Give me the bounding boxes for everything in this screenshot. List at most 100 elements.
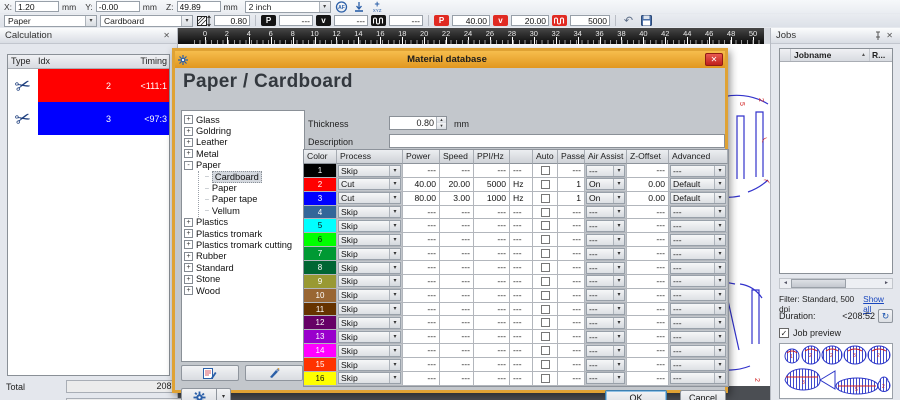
passes-cell[interactable]: --- (558, 233, 585, 248)
ppi-hz-cell[interactable]: --- (474, 205, 510, 220)
advanced-select[interactable]: --- ▾ (670, 275, 726, 288)
tree-item-goldring[interactable]: + Goldring (184, 125, 302, 136)
speed-cell[interactable]: --- (440, 344, 474, 359)
advanced-select[interactable]: --- ▾ (670, 289, 726, 302)
auto-checkbox[interactable] (540, 207, 550, 217)
auto-checkbox[interactable] (540, 346, 550, 356)
power-black-input[interactable] (279, 15, 313, 26)
tree-item-paper-tape[interactable]: – Paper tape (199, 194, 302, 205)
power-cell[interactable]: --- (403, 219, 440, 234)
air-assist-select[interactable]: --- ▾ (586, 220, 625, 233)
job-preview-checkbox[interactable]: ✓ (779, 328, 789, 338)
passes-cell[interactable]: --- (558, 274, 585, 289)
power-cell[interactable]: --- (403, 358, 440, 372)
process-select[interactable]: Skip ▾ (338, 303, 401, 316)
thickness-spinner[interactable]: 0.80 ▲ ▼ (389, 116, 447, 130)
tree-toggle-icon[interactable]: - (184, 160, 193, 170)
power-cell[interactable]: --- (403, 261, 440, 275)
advanced-select[interactable]: --- ▾ (670, 233, 726, 246)
z-offset-cell[interactable]: --- (627, 219, 669, 234)
z-offset-cell[interactable]: --- (627, 233, 669, 248)
power-cell[interactable]: --- (403, 205, 440, 220)
tree-item-plastics[interactable]: + Plastics (184, 217, 302, 228)
z-input[interactable] (176, 1, 221, 12)
power-cell[interactable]: --- (403, 371, 440, 386)
process-select[interactable]: Skip ▾ (338, 247, 401, 260)
tree-item-stone[interactable]: + Stone (184, 273, 302, 284)
z-offset-cell[interactable]: --- (627, 371, 669, 386)
material-group-select[interactable]: Paper ▾ (4, 14, 97, 27)
tree-item-wood[interactable]: + Wood (184, 285, 302, 296)
z-offset-cell[interactable]: --- (627, 164, 669, 178)
ppi-hz-cell[interactable]: --- (474, 302, 510, 317)
passes-cell[interactable]: --- (558, 288, 585, 303)
calculation-job-row[interactable]: ✂ 3 <97:3 (8, 102, 169, 135)
ppi-hz-cell[interactable]: --- (474, 233, 510, 248)
auto-checkbox[interactable] (540, 221, 550, 231)
z-offset-cell[interactable]: --- (627, 261, 669, 275)
auto-checkbox[interactable] (540, 249, 550, 259)
air-assist-select[interactable]: --- ▾ (586, 233, 625, 246)
ppi-hz-cell[interactable]: 5000 (474, 177, 510, 192)
ppi-hz-cell[interactable]: --- (474, 358, 510, 372)
tree-toggle-icon[interactable]: + (184, 137, 193, 147)
tree-item-paper[interactable]: - Paper (184, 160, 302, 171)
tree-item-vellum[interactable]: – Vellum (199, 205, 302, 216)
column-type[interactable]: Type (8, 55, 38, 68)
process-select[interactable]: Skip ▾ (338, 330, 401, 343)
auto-checkbox[interactable] (540, 179, 550, 189)
passes-cell[interactable]: --- (558, 302, 585, 317)
edit-material-button[interactable] (181, 365, 239, 381)
auto-checkbox[interactable] (540, 359, 550, 369)
ppi-hz-cell[interactable]: --- (474, 261, 510, 275)
scroll-left-icon[interactable]: ◄ (780, 279, 791, 288)
power-red-input[interactable] (452, 15, 490, 26)
process-select[interactable]: Cut ▾ (338, 192, 401, 205)
auto-checkbox[interactable] (540, 165, 550, 175)
save-icon[interactable] (639, 15, 654, 27)
passes-cell[interactable]: --- (558, 247, 585, 262)
tree-item-metal[interactable]: + Metal (184, 148, 302, 159)
air-assist-select[interactable]: --- ▾ (586, 330, 625, 343)
spin-down-icon[interactable]: ▼ (437, 123, 446, 129)
speed-cell[interactable]: --- (440, 288, 474, 303)
passes-cell[interactable]: --- (558, 316, 585, 331)
advanced-select[interactable]: --- ▾ (670, 317, 726, 330)
scrollbar-thumb[interactable] (791, 279, 846, 288)
air-assist-select[interactable]: --- ▾ (586, 317, 625, 330)
ppi-hz-cell[interactable]: --- (474, 288, 510, 303)
auto-checkbox[interactable] (540, 318, 550, 328)
advanced-select[interactable]: --- ▾ (670, 344, 726, 357)
speed-cell[interactable]: --- (440, 371, 474, 386)
column-jobname[interactable]: Jobname ▲ (791, 49, 870, 61)
ppi-hz-cell[interactable]: --- (474, 316, 510, 331)
close-icon[interactable]: ✕ (884, 31, 895, 41)
advanced-select[interactable]: --- ▾ (670, 220, 726, 233)
process-select[interactable]: Skip ▾ (338, 261, 401, 274)
air-assist-select[interactable]: --- ▾ (586, 303, 625, 316)
auto-checkbox[interactable] (540, 304, 550, 314)
job-color-bar[interactable]: 2 <111:1 (38, 69, 169, 102)
tree-toggle-icon[interactable]: + (184, 229, 193, 239)
column-idx[interactable]: Idx (38, 55, 96, 68)
refresh-icon[interactable]: ↻ (878, 309, 893, 323)
power-cell[interactable]: --- (403, 164, 440, 178)
y-input[interactable] (95, 1, 140, 12)
power-cell[interactable]: --- (403, 233, 440, 248)
tree-item-plastics-tromark[interactable]: + Plastics tromark (184, 228, 302, 239)
dialog-titlebar[interactable]: Material database ✕ (175, 51, 725, 68)
speed-cell[interactable]: 20.00 (440, 177, 474, 192)
auto-checkbox[interactable] (540, 235, 550, 245)
ppi-hz-cell[interactable]: --- (474, 274, 510, 289)
pin-icon[interactable] (872, 31, 884, 40)
passes-cell[interactable]: --- (558, 330, 585, 345)
passes-cell[interactable]: --- (558, 344, 585, 359)
advanced-select[interactable]: --- ▾ (670, 372, 726, 385)
air-assist-select[interactable]: --- ▾ (586, 247, 625, 260)
column-timing[interactable]: Timing (96, 55, 169, 68)
air-assist-select[interactable]: --- ▾ (586, 206, 625, 219)
tree-toggle-icon[interactable]: + (184, 286, 193, 296)
power-cell[interactable]: 80.00 (403, 191, 440, 206)
undo-icon[interactable]: ↶ (621, 15, 636, 27)
column-resource[interactable]: R... (870, 49, 892, 61)
